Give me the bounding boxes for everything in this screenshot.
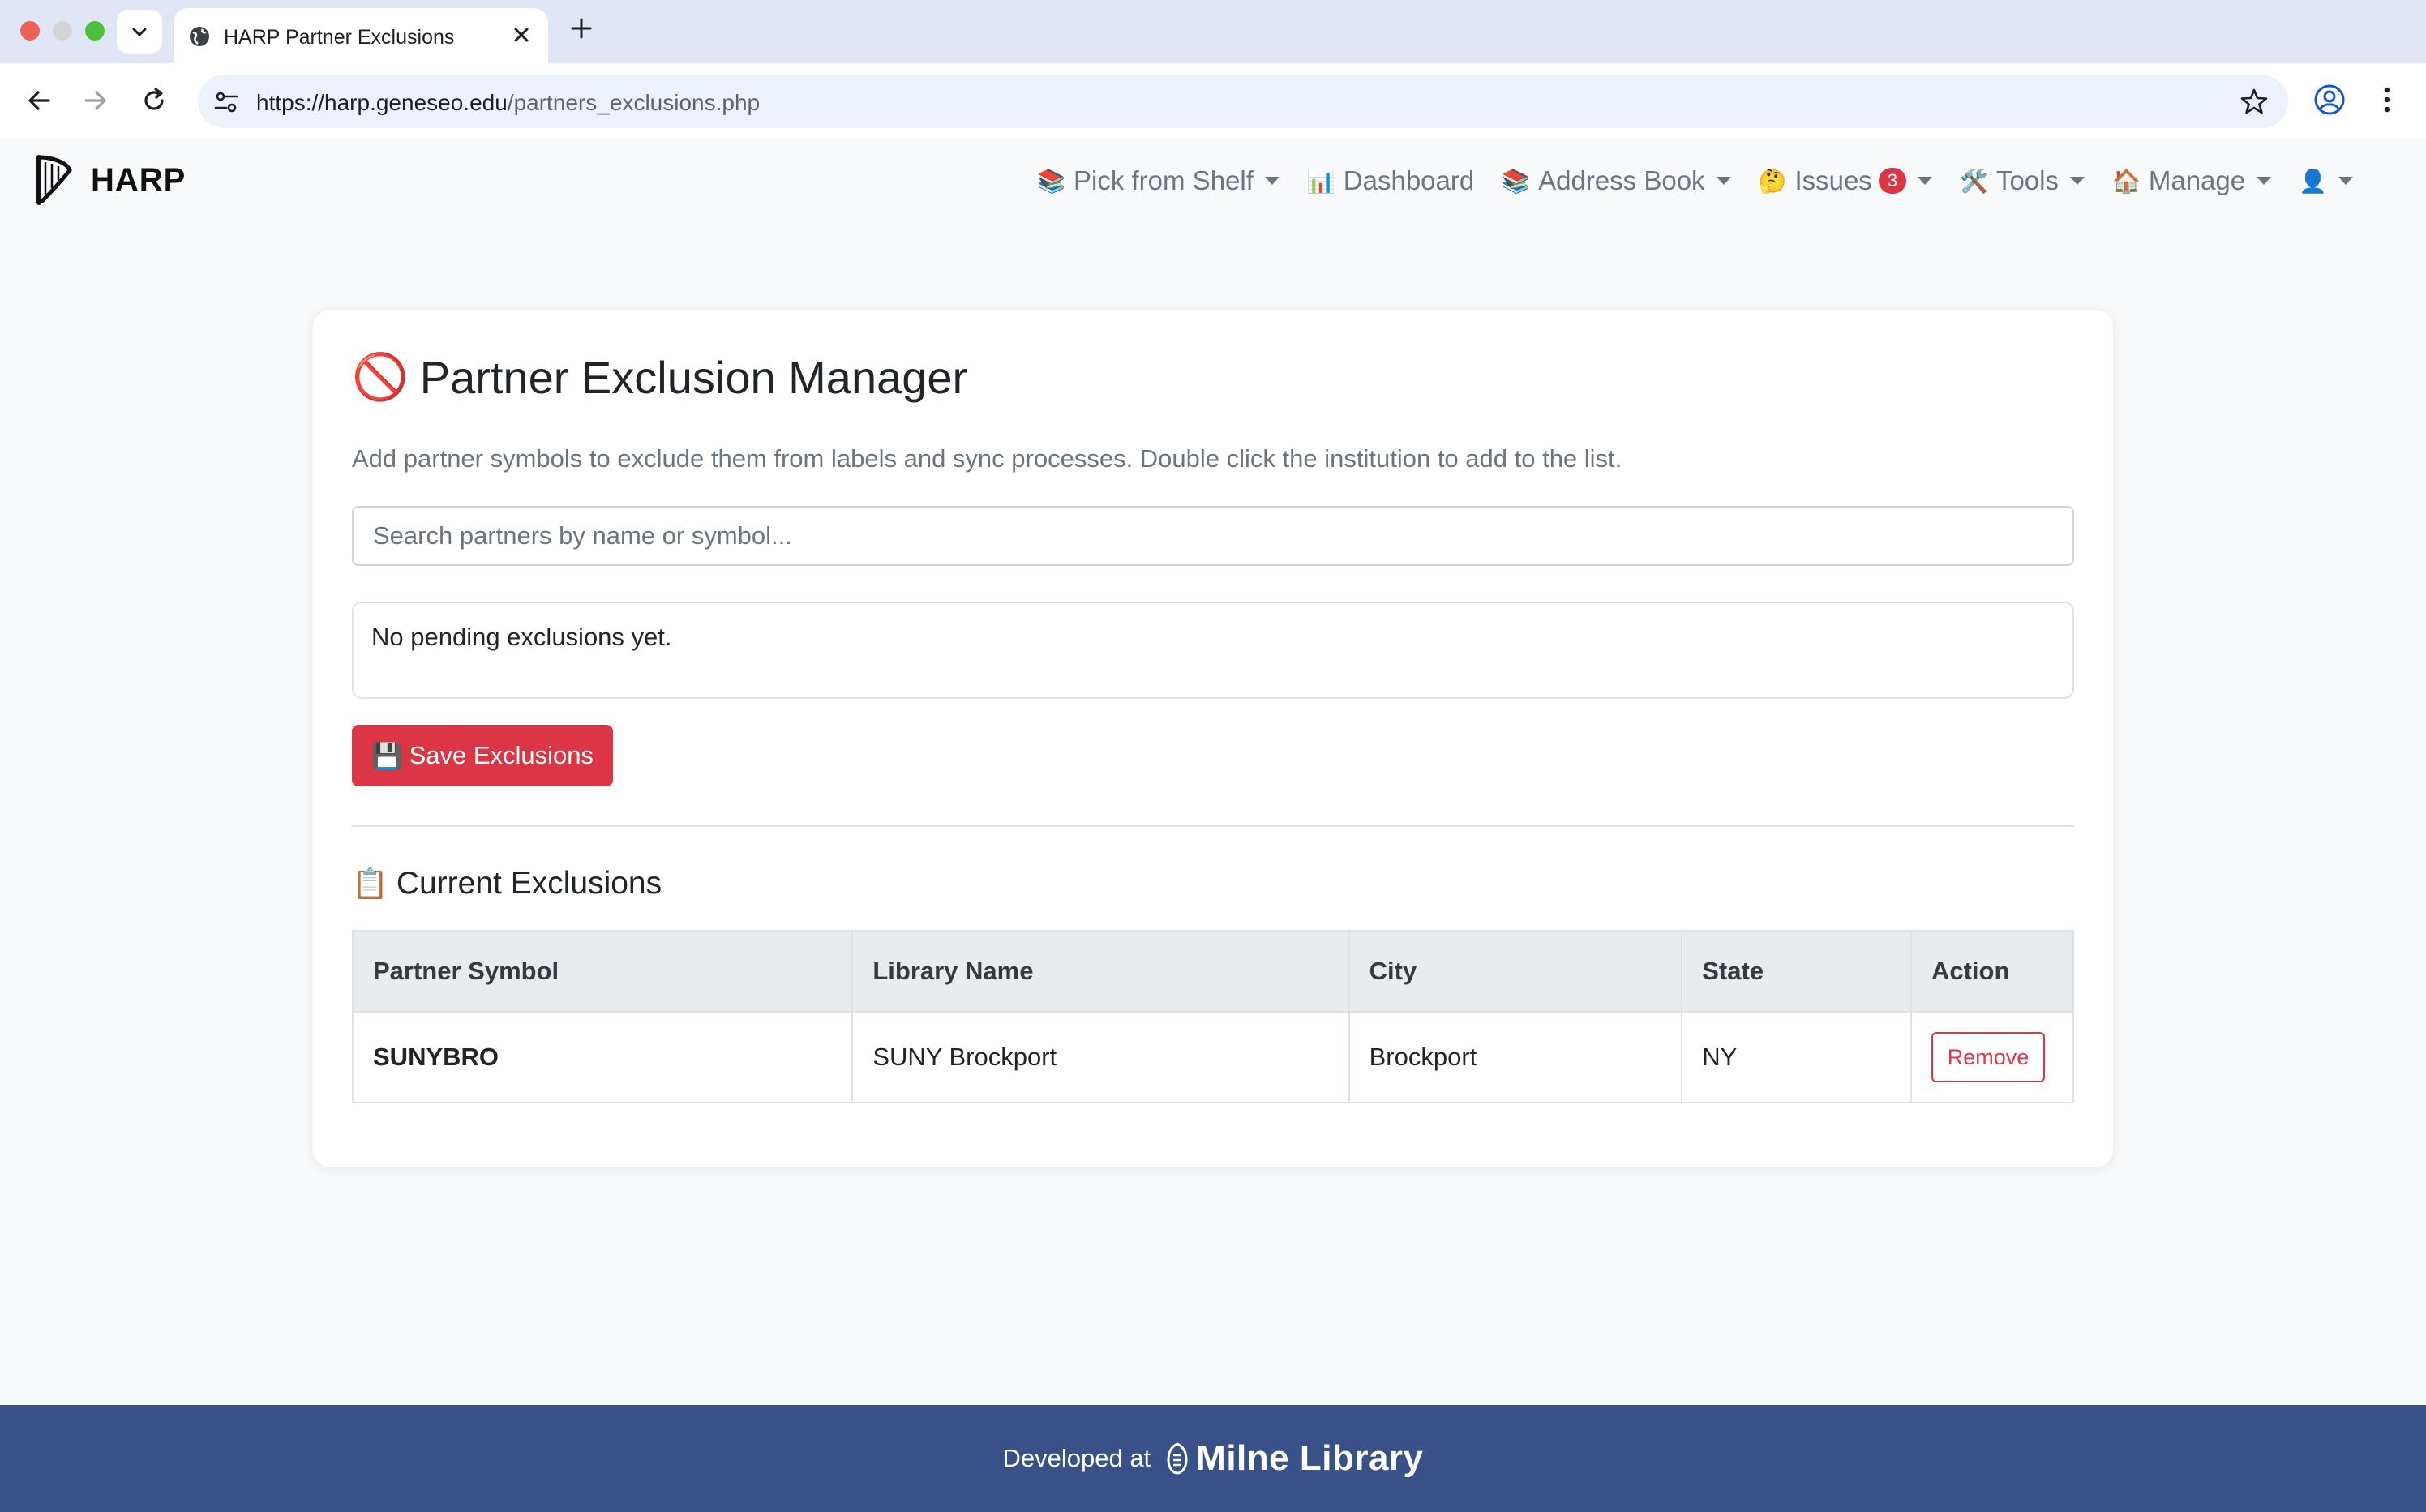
nav-address-book[interactable]: 📚 Address Book xyxy=(1502,165,1731,196)
address-bar[interactable]: https://harp.geneseo.edu/partners_exclus… xyxy=(198,75,2288,128)
nav-dashboard-label: Dashboard xyxy=(1343,165,1475,195)
save-exclusions-label: Save Exclusions xyxy=(409,741,594,769)
tools-icon: 🛠️ xyxy=(1960,168,1988,194)
more-menu-icon[interactable] xyxy=(2379,83,2395,117)
caret-down-icon xyxy=(1716,177,1731,185)
app-navbar: HARP 📚 Pick from Shelf 📊 Dashboard 📚 Add… xyxy=(0,139,2426,233)
close-tab-icon[interactable] xyxy=(509,23,534,47)
brand-name: HARP xyxy=(91,161,186,198)
table-header-row: Partner Symbol Library Name City State A… xyxy=(351,930,2075,1013)
profile-icon[interactable] xyxy=(2312,83,2347,117)
header-state: State xyxy=(1681,930,1912,1013)
prohibited-icon: 🚫 xyxy=(352,351,409,402)
nav-tools-label: Tools xyxy=(1995,165,2059,195)
url-host: https://harp.geneseo.edu xyxy=(256,90,508,115)
floppy-disk-icon: 💾 xyxy=(371,741,403,770)
nav-pick-from-shelf[interactable]: 📚 Pick from Shelf xyxy=(1037,165,1279,196)
bar-chart-icon: 📊 xyxy=(1306,168,1335,194)
nav-issues-label: Issues xyxy=(1794,165,1872,195)
milne-library-name: Milne Library xyxy=(1196,1438,1424,1478)
books-icon: 📚 xyxy=(1037,168,1065,194)
nav-issues[interactable]: 🤔 Issues 3 xyxy=(1759,165,1933,196)
url-text: https://harp.geneseo.edu/partners_exclus… xyxy=(256,90,760,116)
browser-toolbar: https://harp.geneseo.edu/partners_exclus… xyxy=(0,63,2426,141)
tab-search-button[interactable] xyxy=(117,10,162,54)
url-path: /partners_exclusions.php xyxy=(507,90,761,115)
page-footer: Developed at Milne Library xyxy=(0,1405,2426,1512)
nav-tools[interactable]: 🛠️ Tools xyxy=(1960,165,2085,196)
header-partner-symbol: Partner Symbol xyxy=(351,930,854,1013)
caret-down-icon xyxy=(1264,177,1279,185)
bookmark-star-icon[interactable] xyxy=(2240,87,2269,116)
forward-arrow-icon[interactable] xyxy=(79,84,112,117)
back-arrow-icon[interactable] xyxy=(23,84,55,117)
partner-search-input[interactable] xyxy=(352,506,2074,566)
nav-user-menu[interactable]: 👤 xyxy=(2299,168,2353,195)
books-icon: 📚 xyxy=(1502,168,1531,194)
chevron-down-icon xyxy=(132,28,147,36)
nav-dashboard[interactable]: 📊 Dashboard xyxy=(1307,165,1474,196)
current-exclusions-title: Current Exclusions xyxy=(396,866,662,901)
page-title: 🚫 Partner Exclusion Manager xyxy=(352,350,967,404)
maximize-window-button[interactable] xyxy=(85,21,105,41)
thinking-face-icon: 🤔 xyxy=(1758,168,1787,194)
pending-exclusions-box: No pending exclusions yet. xyxy=(352,602,2074,699)
current-exclusions-heading: 📋 Current Exclusions xyxy=(352,866,662,902)
cell-action: Remove xyxy=(1910,1011,2075,1103)
browser-tab-active[interactable]: HARP Partner Exclusions xyxy=(174,8,548,63)
nav-address-book-label: Address Book xyxy=(1538,165,1705,195)
page-title-text: Partner Exclusion Manager xyxy=(419,351,968,403)
nav-manage-label: Manage xyxy=(2148,165,2246,195)
site-settings-icon[interactable] xyxy=(212,88,240,116)
caret-down-icon xyxy=(2069,177,2085,185)
harp-logo-icon xyxy=(36,155,72,205)
caret-down-icon xyxy=(2257,177,2272,185)
remove-exclusion-button[interactable]: Remove xyxy=(1931,1032,2045,1082)
section-divider xyxy=(352,825,2074,827)
pending-exclusions-text: No pending exclusions yet. xyxy=(371,623,672,651)
milne-library-logo-icon xyxy=(1167,1442,1188,1475)
cell-library-name: SUNY Brockport xyxy=(851,1011,1350,1103)
exclusions-table: Partner Symbol Library Name City State A… xyxy=(351,930,2075,1103)
new-tab-icon[interactable] xyxy=(568,15,595,42)
user-icon: 👤 xyxy=(2299,168,2327,194)
issues-count-badge: 3 xyxy=(1878,168,1907,194)
close-window-button[interactable] xyxy=(20,21,40,41)
cell-partner-symbol: SUNYBRO xyxy=(351,1011,854,1103)
table-row: SUNYBRO SUNY Brockport Brockport NY Remo… xyxy=(351,1011,2075,1103)
cell-state: NY xyxy=(1681,1011,1912,1103)
footer-credit: Developed at Milne Library xyxy=(1002,1438,1423,1479)
globe-icon xyxy=(190,27,209,46)
save-exclusions-button[interactable]: 💾 Save Exclusions xyxy=(352,725,613,786)
header-library-name: Library Name xyxy=(851,930,1350,1013)
browser-tab-bar: HARP Partner Exclusions xyxy=(0,0,2426,63)
nav-manage[interactable]: 🏠 Manage xyxy=(2111,165,2272,196)
nav-menu: 📚 Pick from Shelf 📊 Dashboard 📚 Address … xyxy=(1009,165,2353,196)
caret-down-icon xyxy=(1918,177,1933,185)
clipboard-icon: 📋 xyxy=(352,867,388,900)
house-icon: 🏠 xyxy=(2111,168,2141,194)
tab-title: HARP Partner Exclusions xyxy=(224,26,455,49)
cell-city: Brockport xyxy=(1348,1011,1683,1103)
caret-down-icon xyxy=(2338,177,2353,185)
header-action: Action xyxy=(1910,930,2075,1013)
minimize-window-button[interactable] xyxy=(53,21,72,41)
page-description: Add partner symbols to exclude them from… xyxy=(352,444,1622,473)
brand-link[interactable]: HARP xyxy=(34,154,186,206)
reload-icon[interactable] xyxy=(138,84,170,117)
developed-at-text: Developed at xyxy=(1002,1444,1151,1472)
nav-pick-from-shelf-label: Pick from Shelf xyxy=(1074,165,1254,195)
header-city: City xyxy=(1348,930,1683,1013)
exclusion-manager-card: 🚫 Partner Exclusion Manager Add partner … xyxy=(313,310,2113,1167)
